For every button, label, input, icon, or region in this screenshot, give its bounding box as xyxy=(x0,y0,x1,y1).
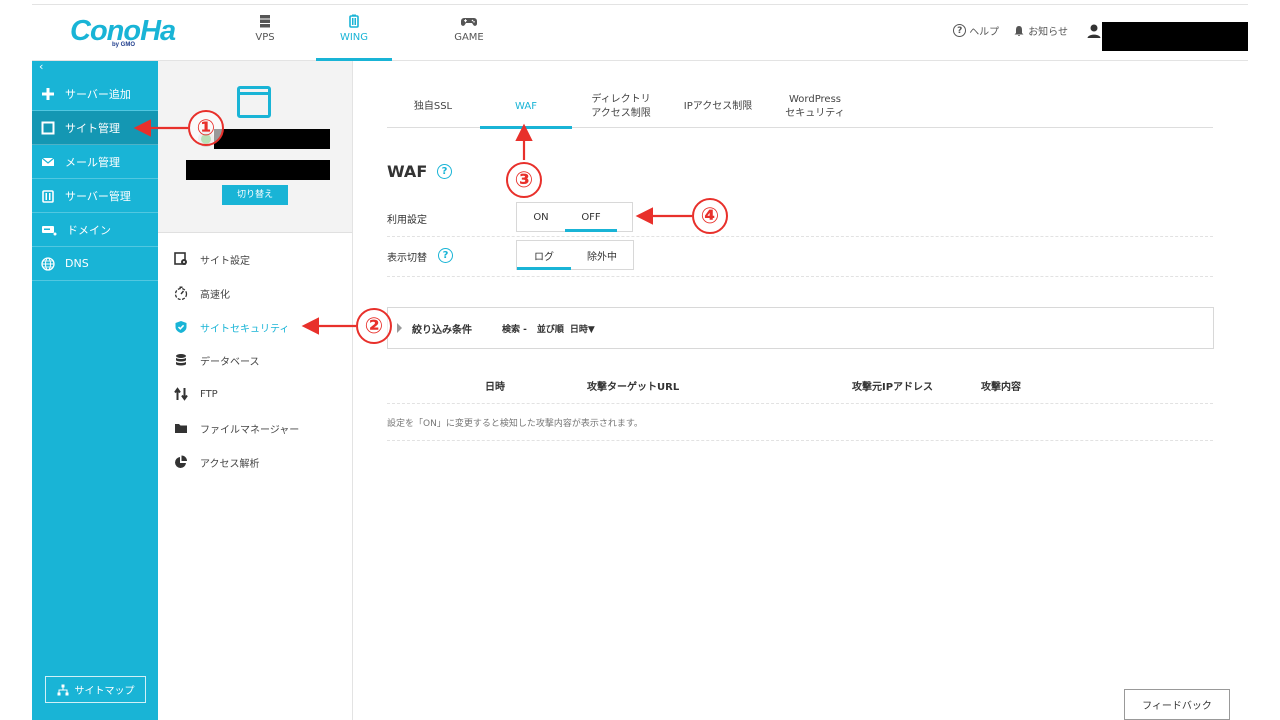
annotation-1: ① xyxy=(188,110,224,146)
annotation-3: ③ xyxy=(506,162,542,198)
app-window: ConoHa by GMO VPS WING GAME ? ヘルプ お知らせ ‹… xyxy=(32,0,1248,720)
annotation-4: ④ xyxy=(692,198,728,234)
annotation-arrows xyxy=(133,119,692,335)
annotation-2: ② xyxy=(356,308,392,344)
